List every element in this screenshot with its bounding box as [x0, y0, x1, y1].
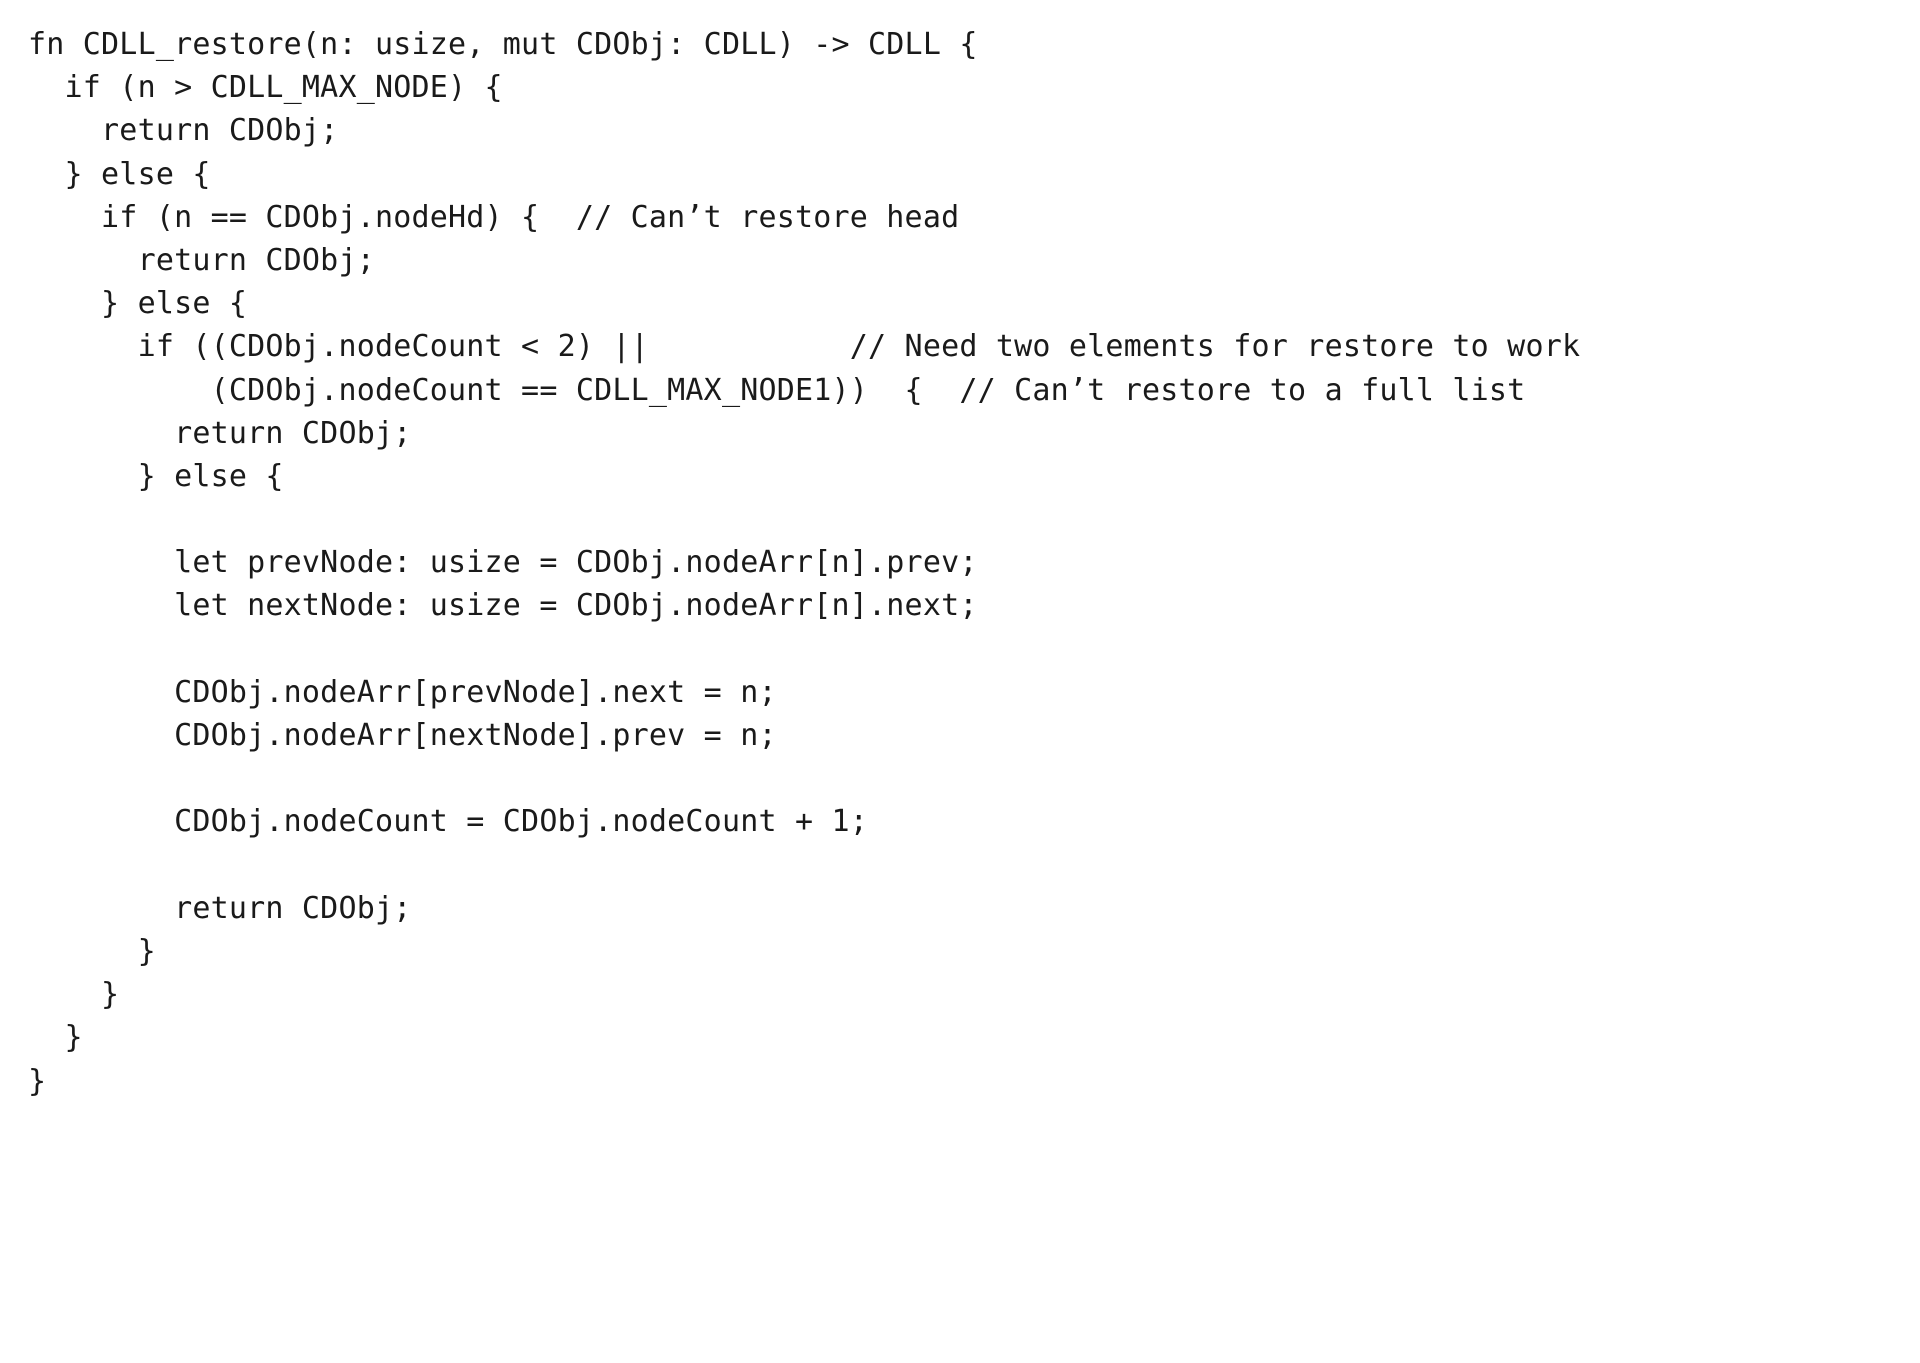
- code-line: return CDObj;: [28, 113, 339, 149]
- code-listing-page: fn CDLL_restore(n: usize, mut CDObj: CDL…: [0, 0, 1920, 1363]
- code-line: }: [28, 933, 156, 969]
- code-line: let nextNode: usize = CDObj.nodeArr[n].n…: [28, 588, 978, 624]
- code-line: return CDObj;: [28, 242, 375, 278]
- code-line: (CDObj.nodeCount == CDLL_MAX_NODE1)) { /…: [28, 372, 1526, 408]
- code-line: CDObj.nodeArr[nextNode].prev = n;: [28, 718, 777, 753]
- code-line: CDObj.nodeArr[prevNode].next = n;: [28, 674, 777, 710]
- code-line: } else {: [28, 458, 284, 494]
- code-block: fn CDLL_restore(n: usize, mut CDObj: CDL…: [28, 23, 1908, 1103]
- code-line: } else {: [28, 156, 211, 192]
- code-line: let prevNode: usize = CDObj.nodeArr[n].p…: [28, 545, 978, 581]
- code-line: if ((CDObj.nodeCount < 2) || // Need two…: [28, 329, 1581, 365]
- code-line: }: [28, 977, 120, 1013]
- code-line: }: [28, 1063, 47, 1099]
- code-line: if (n > CDLL_MAX_NODE) {: [28, 70, 503, 106]
- code-line: return CDObj;: [28, 415, 412, 451]
- code-line: fn CDLL_restore(n: usize, mut CDObj: CDL…: [28, 27, 978, 62]
- code-line: return CDObj;: [28, 890, 412, 926]
- code-line: if (n == CDObj.nodeHd) { // Can’t restor…: [28, 199, 960, 235]
- code-line: }: [28, 1020, 83, 1056]
- code-line: } else {: [28, 286, 248, 322]
- code-line: CDObj.nodeCount = CDObj.nodeCount + 1;: [28, 804, 869, 840]
